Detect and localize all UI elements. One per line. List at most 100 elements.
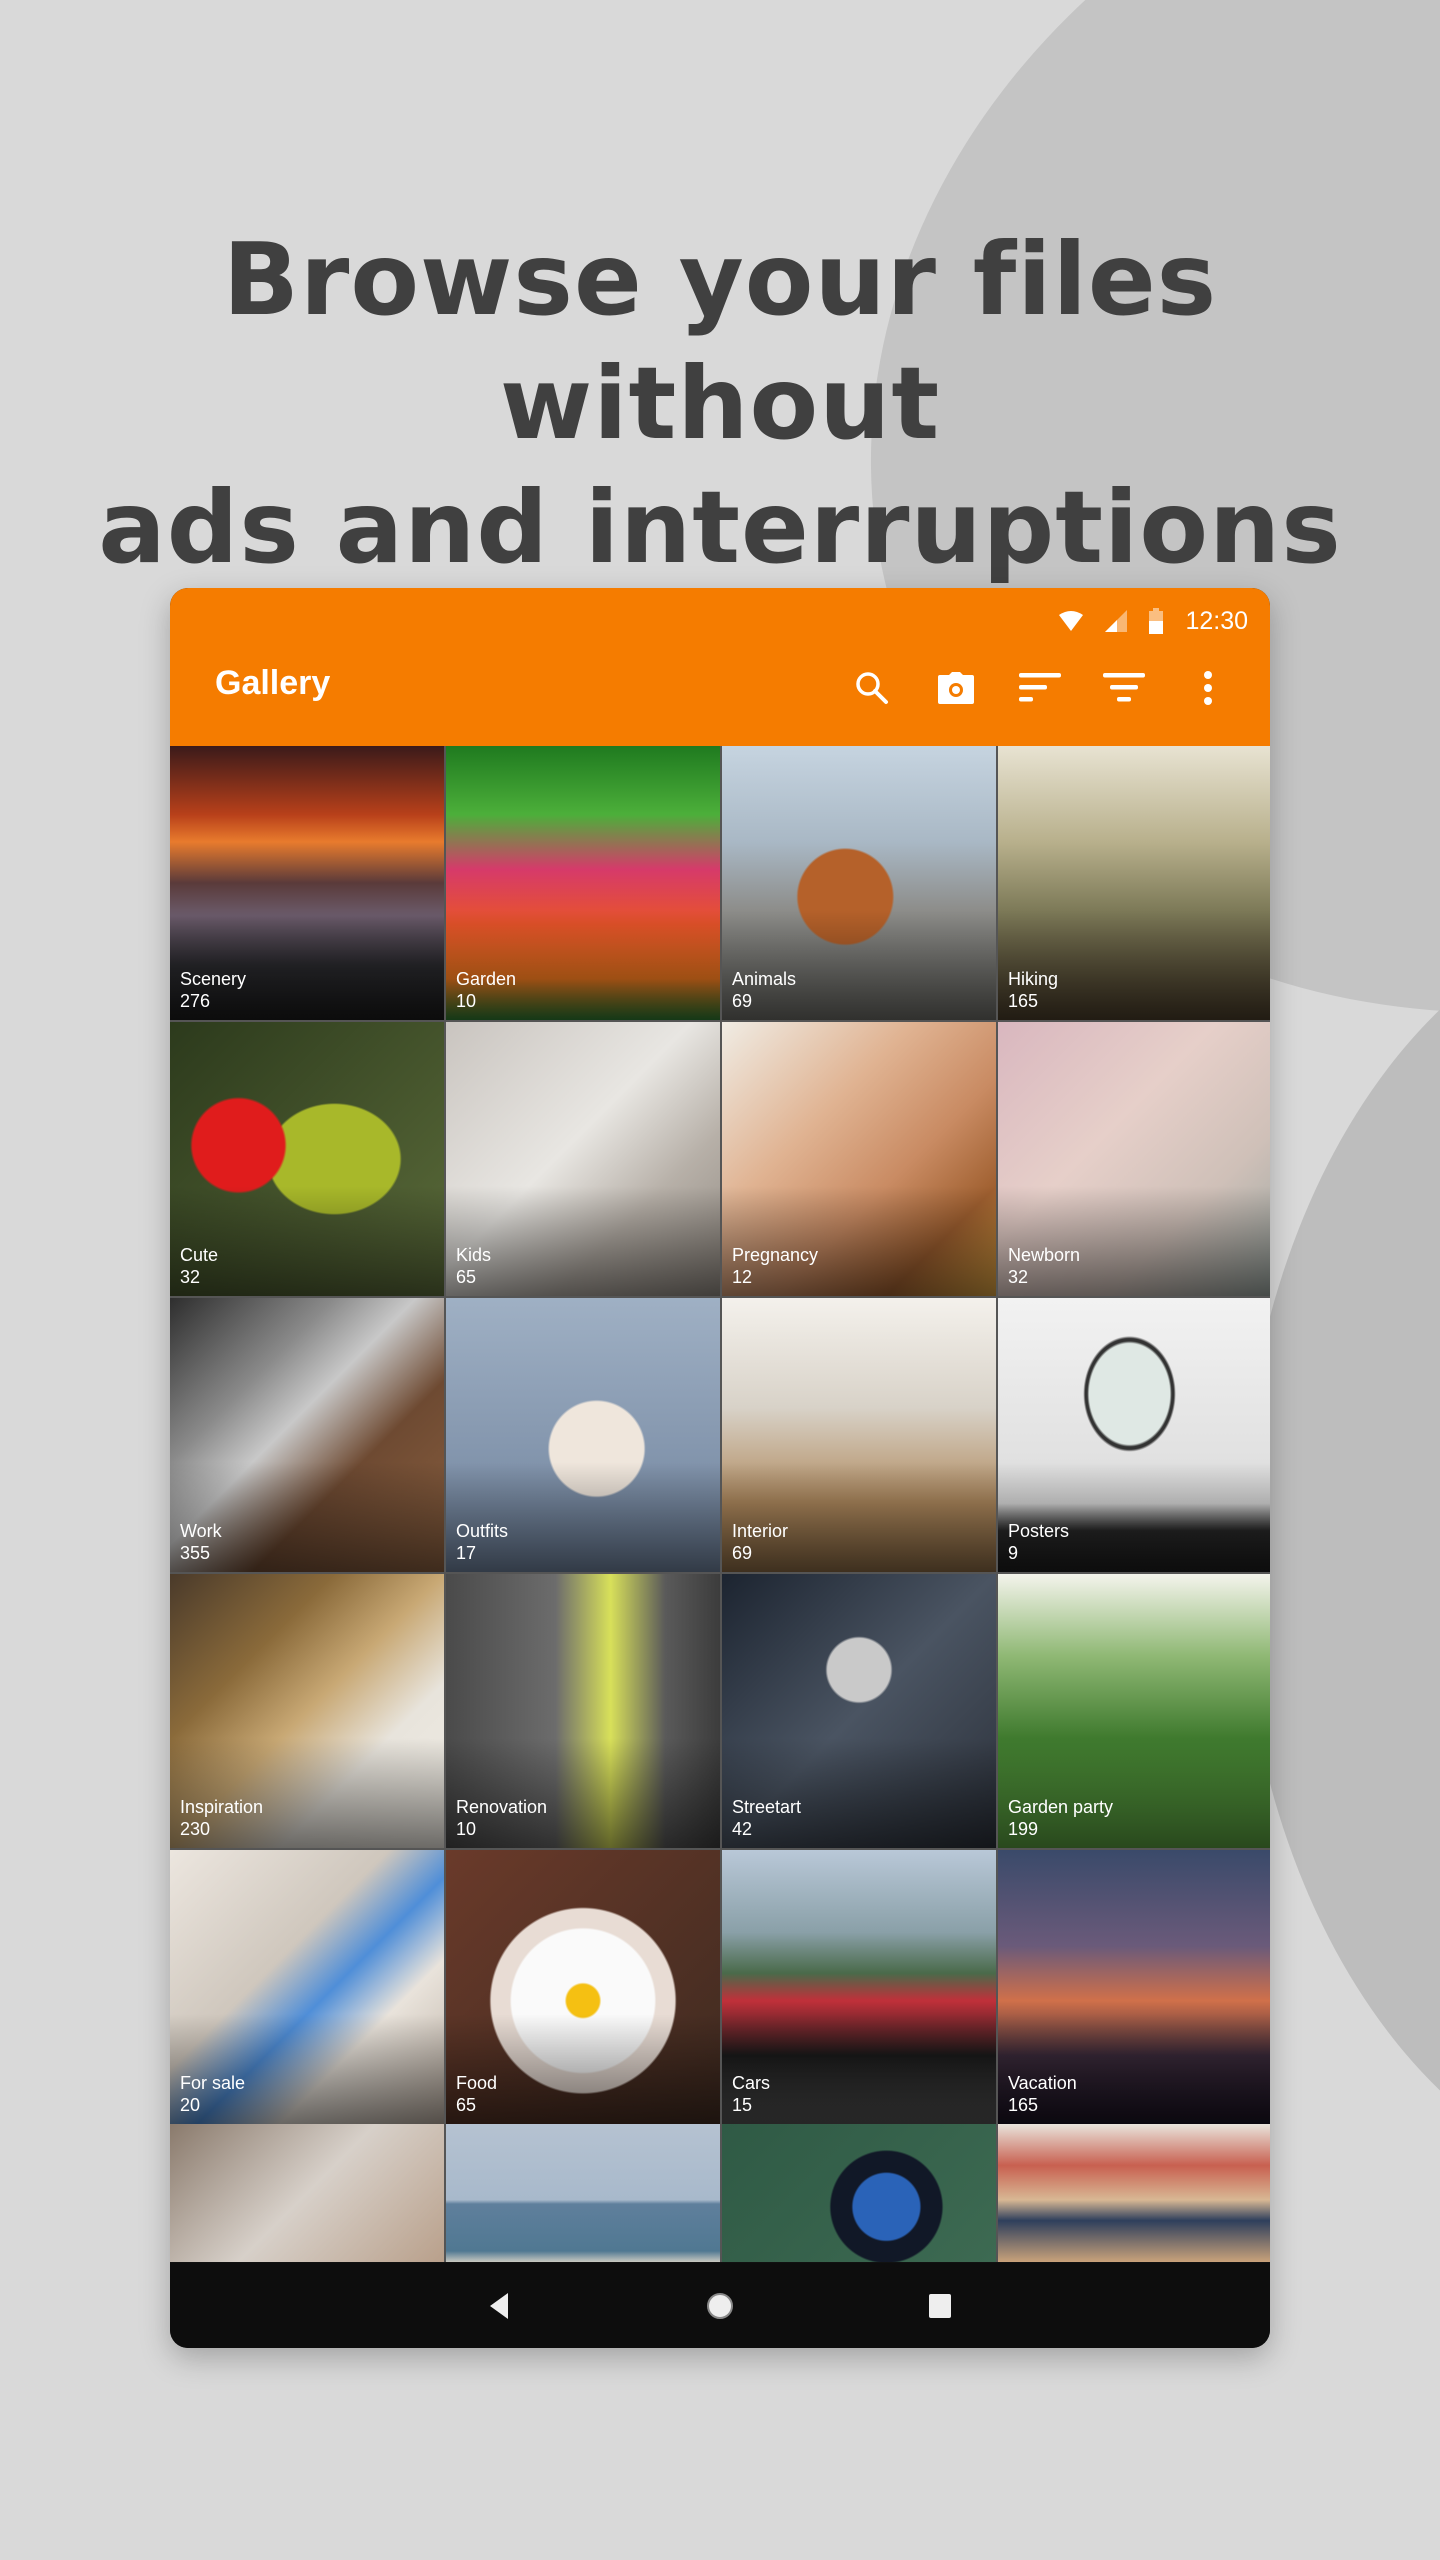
folder-item-count: 165 bbox=[1008, 2095, 1039, 2115]
headline-line-2: ads and interruptions bbox=[98, 469, 1342, 586]
folder-item-count: 165 bbox=[1008, 991, 1039, 1011]
tile-gradient-overlay bbox=[722, 910, 996, 1020]
folder-tile[interactable]: Cute 32 bbox=[170, 1022, 444, 1296]
more-vert-icon bbox=[1204, 671, 1212, 705]
folder-tile[interactable]: Garden party 199 bbox=[998, 1574, 1270, 1848]
folder-tile-thumbnail[interactable] bbox=[998, 2124, 1270, 2262]
folder-item-count: 17 bbox=[456, 1543, 477, 1563]
folder-tile[interactable]: Interior 69 bbox=[722, 1298, 996, 1572]
folder-tile[interactable]: Animals 69 bbox=[722, 746, 996, 1020]
folder-tile[interactable]: Cars 15 bbox=[722, 1850, 996, 2124]
tile-gradient-overlay bbox=[998, 910, 1270, 1020]
tile-gradient-overlay bbox=[998, 1738, 1270, 1848]
status-bar: 12:30 bbox=[1059, 596, 1248, 646]
folder-name: Posters bbox=[1008, 1521, 1070, 1541]
sort-icon bbox=[1019, 673, 1061, 702]
background-shape bbox=[1240, 900, 1440, 2200]
folder-grid: Scenery 276 Garden 10 Animals 69 Hiking 165 Cute… bbox=[170, 746, 1270, 2124]
folder-name: Kids bbox=[456, 1245, 492, 1265]
cellular-signal-icon bbox=[1105, 610, 1128, 632]
folder-tile[interactable]: Work 355 bbox=[170, 1298, 444, 1572]
folder-name: Outfits bbox=[456, 1521, 509, 1541]
battery-icon bbox=[1149, 608, 1164, 634]
home-button[interactable] bbox=[700, 2286, 740, 2326]
tile-gradient-overlay bbox=[446, 2014, 720, 2124]
folder-grid-partial-row bbox=[170, 2124, 1270, 2262]
folder-name: Food bbox=[456, 2073, 498, 2093]
folder-name: Cars bbox=[732, 2073, 771, 2093]
folder-name: For sale bbox=[180, 2073, 246, 2093]
more-options-button[interactable] bbox=[1166, 660, 1250, 716]
folder-name: Work bbox=[180, 1521, 222, 1541]
folder-name: Scenery bbox=[180, 969, 247, 989]
tile-gradient-overlay bbox=[722, 1186, 996, 1296]
system-navigation-bar bbox=[170, 2263, 1270, 2348]
folder-tile[interactable]: Vacation 165 bbox=[998, 1850, 1270, 2124]
folder-item-count: 69 bbox=[732, 1543, 753, 1563]
folder-item-count: 32 bbox=[1008, 1267, 1029, 1287]
folder-item-count: 65 bbox=[456, 2095, 477, 2115]
promo-headline: Browse your files without ads and interr… bbox=[0, 218, 1440, 590]
tile-gradient-overlay bbox=[998, 2014, 1270, 2124]
folder-item-count: 69 bbox=[732, 991, 753, 1011]
filter-icon bbox=[1103, 673, 1145, 702]
folder-item-count: 65 bbox=[456, 1267, 477, 1287]
device-screen: 12:30 Gallery Scenery 276 Garden 10 Animals 6… bbox=[170, 588, 1270, 2348]
folder-name: Animals bbox=[732, 969, 797, 989]
tile-gradient-overlay bbox=[722, 2014, 996, 2124]
back-icon bbox=[490, 2292, 508, 2319]
folder-tile[interactable]: Scenery 276 bbox=[170, 746, 444, 1020]
tile-gradient-overlay bbox=[446, 910, 720, 1020]
folder-tile-thumbnail[interactable] bbox=[170, 2124, 444, 2262]
folder-tile-thumbnail[interactable] bbox=[446, 2124, 720, 2262]
recents-button[interactable] bbox=[920, 2286, 960, 2326]
toolbar-actions bbox=[830, 660, 1250, 716]
search-icon bbox=[856, 672, 888, 704]
folder-tile[interactable]: Kids 65 bbox=[446, 1022, 720, 1296]
search-button[interactable] bbox=[830, 660, 914, 716]
folder-name: Newborn bbox=[1008, 1245, 1081, 1265]
tile-gradient-overlay bbox=[170, 1186, 444, 1296]
sort-button[interactable] bbox=[998, 660, 1082, 716]
folder-item-count: 32 bbox=[180, 1267, 201, 1287]
folder-name: Hiking bbox=[1008, 969, 1059, 989]
folder-item-count: 10 bbox=[456, 1819, 477, 1839]
tile-gradient-overlay bbox=[170, 2014, 444, 2124]
tile-gradient-overlay bbox=[170, 1738, 444, 1848]
folder-item-count: 355 bbox=[180, 1543, 211, 1563]
camera-button[interactable] bbox=[914, 660, 998, 716]
folder-tile[interactable]: Renovation 10 bbox=[446, 1574, 720, 1848]
folder-item-count: 20 bbox=[180, 2095, 201, 2115]
folder-name: Garden bbox=[456, 969, 517, 989]
home-icon bbox=[707, 2292, 733, 2319]
tile-gradient-overlay bbox=[446, 1462, 720, 1572]
folder-item-count: 230 bbox=[180, 1819, 211, 1839]
folder-item-count: 42 bbox=[732, 1819, 753, 1839]
folder-tile[interactable]: Food 65 bbox=[446, 1850, 720, 2124]
folder-tile[interactable]: Posters 9 bbox=[998, 1298, 1270, 1572]
filter-button[interactable] bbox=[1082, 660, 1166, 716]
folder-name: Cute bbox=[180, 1245, 219, 1265]
folder-tile[interactable]: Outfits 17 bbox=[446, 1298, 720, 1572]
folder-name: Vacation bbox=[1008, 2073, 1077, 2093]
folder-tile[interactable]: Inspiration 230 bbox=[170, 1574, 444, 1848]
folder-tile[interactable]: Streetart 42 bbox=[722, 1574, 996, 1848]
tile-gradient-overlay bbox=[722, 1738, 996, 1848]
back-button[interactable] bbox=[480, 2286, 520, 2326]
app-bar: 12:30 Gallery bbox=[170, 588, 1270, 746]
wifi-icon bbox=[1059, 611, 1084, 631]
folder-tile[interactable]: Pregnancy 12 bbox=[722, 1022, 996, 1296]
folder-item-count: 10 bbox=[456, 991, 477, 1011]
headline-line-1: Browse your files without bbox=[222, 221, 1218, 462]
folder-tile[interactable]: Newborn 32 bbox=[998, 1022, 1270, 1296]
folder-name: Streetart bbox=[732, 1797, 802, 1817]
tile-gradient-overlay bbox=[446, 1738, 720, 1848]
folder-item-count: 9 bbox=[1008, 1543, 1019, 1563]
folder-tile[interactable]: For sale 20 bbox=[170, 1850, 444, 2124]
tile-gradient-overlay bbox=[998, 1462, 1270, 1572]
folder-name: Inspiration bbox=[180, 1797, 264, 1817]
folder-tile[interactable]: Hiking 165 bbox=[998, 746, 1270, 1020]
folder-item-count: 199 bbox=[1008, 1819, 1039, 1839]
folder-tile-thumbnail[interactable] bbox=[722, 2124, 996, 2262]
folder-tile[interactable]: Garden 10 bbox=[446, 746, 720, 1020]
